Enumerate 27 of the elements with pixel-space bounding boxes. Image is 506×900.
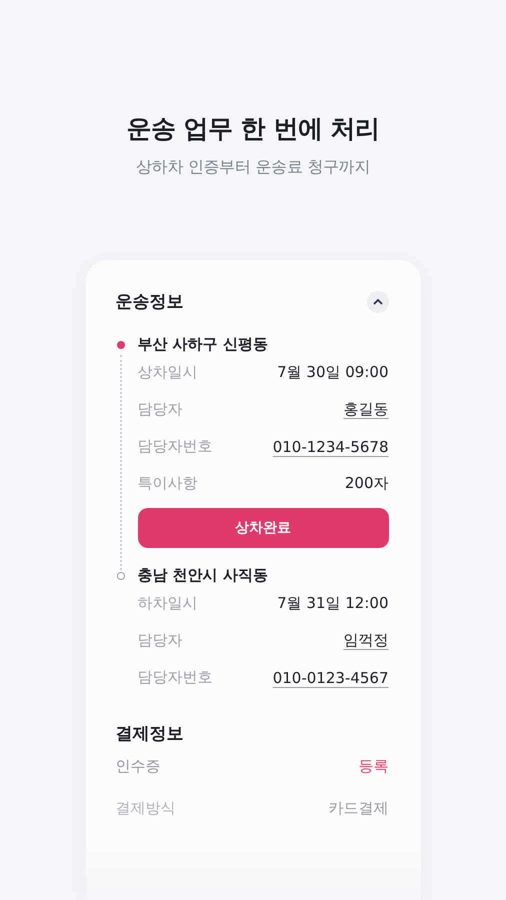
stop-address: 충남 천안시 사직동 [138, 566, 269, 585]
field-value: 200자 [344, 474, 388, 493]
field-label: 특이사항 [138, 474, 198, 493]
field-value: 카드결제 [328, 798, 388, 818]
field-value: 7월 30일 09:00 [277, 363, 388, 382]
field-label: 담당자 [138, 400, 182, 419]
section-title: 운송정보 [116, 291, 184, 313]
section-title: 결제정보 [116, 723, 184, 745]
field-link[interactable]: 홍길동 [344, 400, 388, 419]
field-label: 담당자번호 [138, 437, 212, 456]
field-label: 상차일시 [138, 363, 198, 382]
chevron-up-icon [372, 298, 382, 304]
field-label: 담당자 [138, 631, 182, 650]
field-link[interactable]: 010-1234-5678 [272, 438, 388, 456]
stop-address: 부산 사하구 신평동 [138, 335, 269, 354]
field-value: 7월 31일 12:00 [277, 594, 388, 613]
complete-button[interactable]: 상차완료 [138, 508, 388, 548]
field-label: 하차일시 [138, 594, 198, 613]
collapse-button[interactable] [366, 290, 388, 312]
register-link[interactable]: 등록 [358, 756, 388, 776]
headline-title: 운송 업무 한 번에 처리 [126, 113, 380, 145]
field-label: 담당자번호 [138, 668, 212, 687]
field-link[interactable]: 임꺽정 [344, 631, 388, 650]
field-label: 인수증 [116, 756, 160, 776]
field-label: 결제방식 [116, 798, 176, 818]
field-link[interactable]: 010-0123-4567 [272, 668, 388, 686]
headline-subtitle: 상하차 인증부터 운송료 청구까지 [136, 157, 370, 178]
